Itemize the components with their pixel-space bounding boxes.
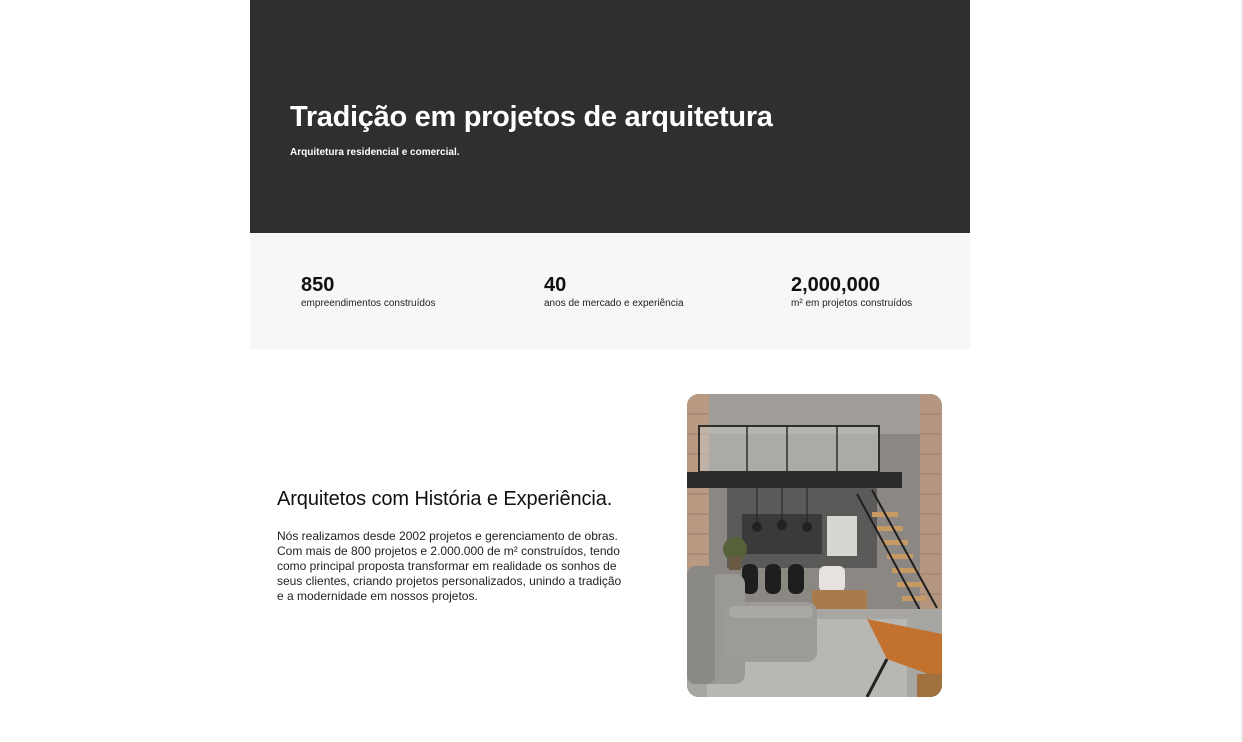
stat-value: 40 xyxy=(544,274,567,296)
stat-value: 2,000,000 xyxy=(791,274,880,296)
interior-loft-image xyxy=(687,394,942,697)
hero-subtitle: Arquitetura residencial e comercial. xyxy=(290,147,460,158)
stats-section: 850 empreendimentos construídos 40 anos … xyxy=(250,233,970,349)
about-heading: Arquitetos com História e Experiência. xyxy=(277,488,613,510)
about-body: Nós realizamos desde 2002 projetos e ger… xyxy=(277,529,622,603)
stat-value: 850 xyxy=(301,274,335,296)
interior-loft-illustration xyxy=(687,394,942,697)
stat-years: 40 anos de mercado e experiência xyxy=(544,273,684,309)
stat-area: 2,000,000 m² em projetos construídos xyxy=(791,273,912,309)
main-container: Tradição em projetos de arquitetura Arqu… xyxy=(250,0,970,349)
stat-label: anos de mercado e experiência xyxy=(544,298,684,309)
page: Tradição em projetos de arquitetura Arqu… xyxy=(0,0,1243,742)
stat-projects: 850 empreendimentos construídos xyxy=(301,273,436,309)
hero-banner: Tradição em projetos de arquitetura Arqu… xyxy=(250,0,970,233)
stat-label: empreendimentos construídos xyxy=(301,298,436,309)
hero-title: Tradição em projetos de arquitetura xyxy=(290,101,773,133)
about-section: Arquitetos com História e Experiência. N… xyxy=(277,488,637,604)
stat-label: m² em projetos construídos xyxy=(791,298,913,309)
